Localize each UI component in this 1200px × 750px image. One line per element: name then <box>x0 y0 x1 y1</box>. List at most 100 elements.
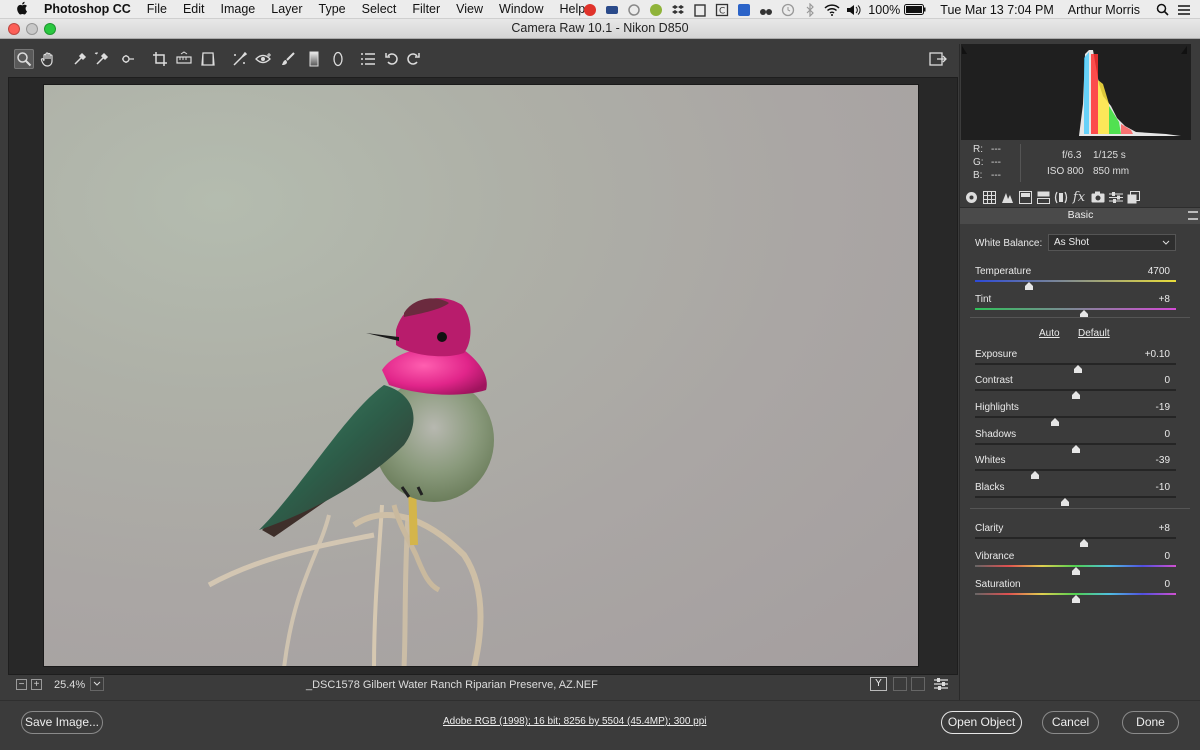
slider-value-whites[interactable]: -39 <box>1130 455 1170 466</box>
zoom-dropdown-chevron-icon[interactable] <box>90 677 104 691</box>
tab-effects-fx-icon[interactable]: fx <box>1072 190 1086 205</box>
transform-tool-icon[interactable] <box>198 49 218 69</box>
slider-thumb-blacks[interactable] <box>1061 493 1070 506</box>
slider-thumb-tint[interactable] <box>1079 305 1088 318</box>
slider-thumb-vibrance[interactable] <box>1071 562 1080 575</box>
apple-menu-icon[interactable] <box>0 1 44 18</box>
time-machine-icon[interactable] <box>780 3 796 17</box>
before-after-y-icon[interactable]: Y <box>870 677 887 691</box>
slider-value-blacks[interactable]: -10 <box>1130 482 1170 493</box>
swap-settings-icon[interactable] <box>893 677 907 691</box>
app-status-red-icon[interactable] <box>582 3 598 17</box>
tab-hsl-icon[interactable] <box>1018 190 1032 204</box>
done-button[interactable]: Done <box>1122 711 1179 734</box>
cloud-app-icon[interactable] <box>604 3 620 17</box>
user-name[interactable]: Arthur Morris <box>1068 3 1140 17</box>
menu-file[interactable]: File <box>147 2 167 16</box>
slider-track-whites[interactable] <box>975 469 1176 471</box>
clock[interactable]: Tue Mar 13 7:04 PM <box>940 3 1053 17</box>
tab-snapshots-icon[interactable] <box>1127 190 1141 204</box>
spot-removal-icon[interactable] <box>230 49 250 69</box>
panel-menu-icon[interactable] <box>1188 211 1198 220</box>
slider-track-clarity[interactable] <box>975 537 1176 539</box>
zoom-in-button[interactable]: + <box>31 679 42 690</box>
cancel-button[interactable]: Cancel <box>1042 711 1099 734</box>
menu-image[interactable]: Image <box>221 2 256 16</box>
copyclip-icon[interactable]: C <box>714 3 730 17</box>
slider-value-clarity[interactable]: +8 <box>1130 523 1170 534</box>
clipboard-icon[interactable] <box>692 3 708 17</box>
straighten-tool-icon[interactable] <box>174 49 194 69</box>
slider-value-exposure[interactable]: +0.10 <box>1130 349 1170 360</box>
red-eye-removal-icon[interactable] <box>254 49 274 69</box>
slider-value-contrast[interactable]: 0 <box>1130 375 1170 386</box>
menu-type[interactable]: Type <box>319 2 346 16</box>
tab-presets-sliders-icon[interactable] <box>1109 190 1123 204</box>
rotate-clockwise-icon[interactable] <box>403 49 423 69</box>
sync-icon[interactable] <box>626 3 642 17</box>
menu-window[interactable]: Window <box>499 2 543 16</box>
hummingbird-photo[interactable] <box>43 84 919 667</box>
menu-select[interactable]: Select <box>362 2 397 16</box>
white-balance-select[interactable]: As Shot <box>1048 234 1176 251</box>
wifi-icon[interactable] <box>824 3 840 17</box>
slider-thumb-saturation[interactable] <box>1071 590 1080 603</box>
slider-thumb-contrast[interactable] <box>1071 386 1080 399</box>
color-sampler-icon[interactable] <box>92 49 112 69</box>
copy-settings-icon[interactable] <box>911 677 925 691</box>
slider-value-tint[interactable]: +8 <box>1130 294 1170 305</box>
auto-button[interactable]: Auto <box>1039 328 1060 339</box>
radial-filter-icon[interactable] <box>328 49 348 69</box>
open-object-button[interactable]: Open Object <box>941 711 1022 734</box>
slider-value-shadows[interactable]: 0 <box>1130 429 1170 440</box>
spotlight-search-icon[interactable] <box>1154 3 1170 17</box>
rotate-counterclockwise-icon[interactable] <box>382 49 402 69</box>
tab-lens-corrections-icon[interactable] <box>1054 190 1068 204</box>
dropbox-icon[interactable] <box>670 3 686 17</box>
slider-value-highlights[interactable]: -19 <box>1130 402 1170 413</box>
tab-detail-triangle-icon[interactable] <box>1000 190 1014 204</box>
slider-track-tint[interactable] <box>975 308 1176 310</box>
adjustment-brush-icon[interactable] <box>278 49 298 69</box>
crop-tool-icon[interactable] <box>150 49 170 69</box>
targeted-adjustment-icon[interactable] <box>118 49 138 69</box>
preferences-list-icon[interactable] <box>358 49 378 69</box>
tab-tone-curve-grid-icon[interactable] <box>982 190 996 204</box>
slider-thumb-whites[interactable] <box>1031 466 1040 479</box>
slider-value-temperature[interactable]: 4700 <box>1130 266 1170 277</box>
toggle-settings-icon[interactable] <box>933 677 949 694</box>
binoculars-icon[interactable] <box>758 3 774 17</box>
zoom-out-button[interactable]: − <box>16 679 27 690</box>
hand-tool-icon[interactable] <box>38 49 58 69</box>
slider-value-saturation[interactable]: 0 <box>1130 579 1170 590</box>
slider-thumb-temperature[interactable] <box>1025 277 1034 290</box>
minimize-window-button[interactable] <box>26 23 38 35</box>
bluetooth-icon[interactable] <box>802 2 818 17</box>
image-preview-area[interactable] <box>8 77 958 675</box>
notification-center-icon[interactable] <box>1176 3 1192 17</box>
default-button[interactable]: Default <box>1078 328 1110 339</box>
slider-value-vibrance[interactable]: 0 <box>1130 551 1170 562</box>
user-app-icon[interactable] <box>736 3 752 17</box>
workflow-options-link[interactable]: Adobe RGB (1998); 16 bit; 8256 by 5504 (… <box>443 716 707 727</box>
zoom-level[interactable]: 25.4% <box>54 679 85 691</box>
slider-track-temperature[interactable] <box>975 280 1176 282</box>
slider-thumb-clarity[interactable] <box>1079 534 1088 547</box>
tab-basic-aperture-icon[interactable] <box>964 190 978 204</box>
tab-split-toning-icon[interactable] <box>1036 190 1050 204</box>
volume-icon[interactable] <box>846 3 862 17</box>
white-balance-eyedropper-icon[interactable] <box>70 49 90 69</box>
slider-thumb-exposure[interactable] <box>1073 360 1082 373</box>
zoom-tool-icon[interactable] <box>14 49 34 69</box>
slider-thumb-shadows[interactable] <box>1071 440 1080 453</box>
slider-track-blacks[interactable] <box>975 496 1176 498</box>
zoom-window-button[interactable] <box>44 23 56 35</box>
menu-filter[interactable]: Filter <box>412 2 440 16</box>
menu-edit[interactable]: Edit <box>183 2 205 16</box>
graduated-filter-icon[interactable] <box>304 49 324 69</box>
close-window-button[interactable] <box>8 23 20 35</box>
tab-camera-calibration-icon[interactable] <box>1091 190 1105 204</box>
slider-track-highlights[interactable] <box>975 416 1176 418</box>
menu-view[interactable]: View <box>456 2 483 16</box>
battery-icon[interactable] <box>904 3 926 17</box>
